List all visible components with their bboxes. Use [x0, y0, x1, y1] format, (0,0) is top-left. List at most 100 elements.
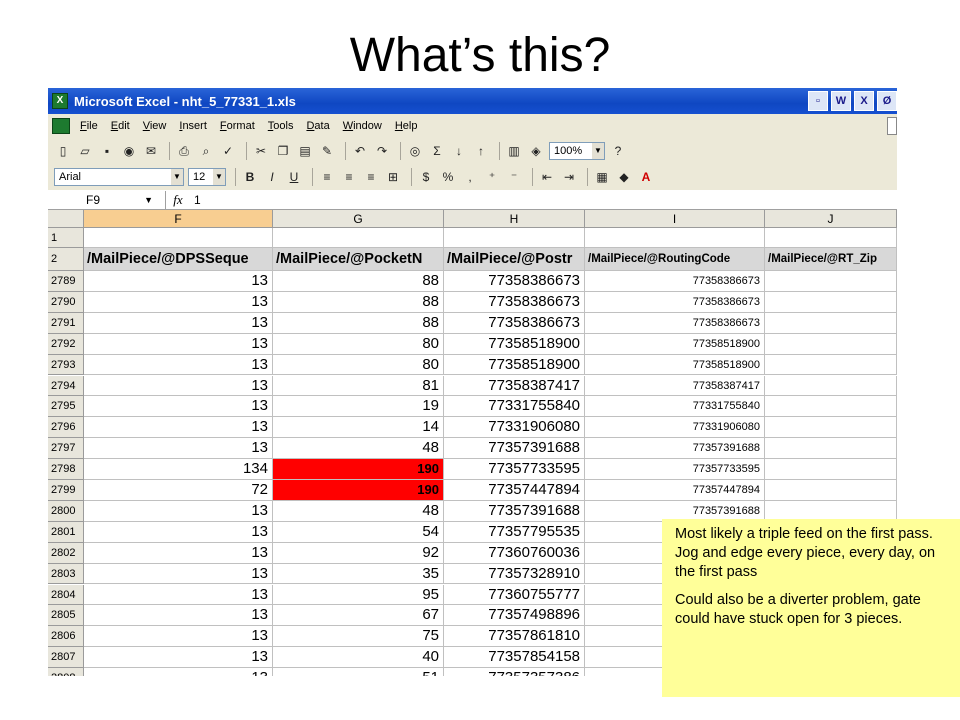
table-cell[interactable]: 14 [273, 417, 444, 439]
app-small-icon[interactable]: Ø [877, 91, 897, 111]
table-cell[interactable]: 77357447894 [444, 480, 585, 501]
table-cell[interactable] [444, 228, 585, 248]
table-cell[interactable]: 81 [273, 375, 444, 397]
currency-icon[interactable]: $ [417, 168, 435, 186]
table-cell[interactable]: 13 [84, 668, 273, 676]
row-header[interactable]: 2804 [48, 584, 84, 606]
table-cell[interactable]: 13 [84, 291, 273, 313]
increase-decimal-icon[interactable]: ⁺ [483, 168, 501, 186]
table-cell[interactable]: 77358386673 [444, 271, 585, 292]
table-cell[interactable] [765, 312, 897, 334]
column-header-f[interactable]: F [84, 210, 273, 228]
table-cell[interactable]: 13 [84, 396, 273, 418]
table-cell[interactable] [765, 396, 897, 418]
comma-icon[interactable]: , [461, 168, 479, 186]
align-center-icon[interactable]: ≡ [340, 168, 358, 186]
table-cell[interactable]: 72 [84, 480, 273, 501]
table-cell[interactable]: 77358387417 [444, 375, 585, 397]
table-cell[interactable]: 77357391688 [585, 438, 765, 460]
table-cell[interactable]: 77357391688 [444, 438, 585, 460]
table-cell[interactable] [273, 228, 444, 248]
new-icon[interactable]: ▯ [54, 142, 72, 160]
table-cell[interactable]: 77357357386 [444, 668, 585, 676]
menu-edit[interactable]: Edit [111, 120, 130, 132]
row-header[interactable]: 2791 [48, 312, 84, 334]
font-color-icon[interactable]: A [637, 168, 655, 186]
table-cell[interactable]: 13 [84, 417, 273, 439]
table-cell[interactable]: 51 [273, 668, 444, 676]
table-cell[interactable]: 190 [273, 459, 444, 480]
table-cell[interactable]: 77357854158 [444, 647, 585, 669]
table-cell[interactable]: 88 [273, 312, 444, 334]
table-cell[interactable]: 190 [273, 480, 444, 501]
merge-center-icon[interactable]: ⊞ [384, 168, 402, 186]
table-cell[interactable]: 88 [273, 271, 444, 292]
menu-format[interactable]: Format [220, 120, 255, 132]
hyperlink-icon[interactable]: ◎ [406, 142, 424, 160]
format-painter-icon[interactable]: ✎ [318, 142, 336, 160]
row-header[interactable]: 2789 [48, 271, 84, 292]
cut-icon[interactable]: ✂ [252, 142, 270, 160]
table-cell[interactable]: 77331906080 [585, 417, 765, 439]
table-cell[interactable]: 13 [84, 354, 273, 376]
font-size-select[interactable]: 12 ▼ [188, 168, 226, 186]
italic-icon[interactable]: I [263, 168, 281, 186]
table-cell[interactable]: 13 [84, 647, 273, 669]
sort-ascending-icon[interactable]: ↓ [450, 142, 468, 160]
table-cell[interactable]: 95 [273, 584, 444, 606]
redo-icon[interactable]: ↷ [373, 142, 391, 160]
name-box[interactable]: F9 ▼ [48, 190, 166, 209]
table-cell[interactable]: 77358518900 [585, 333, 765, 355]
table-cell[interactable]: 92 [273, 542, 444, 564]
drawing-icon[interactable]: ◈ [527, 142, 545, 160]
table-cell[interactable]: 13 [84, 605, 273, 627]
table-cell[interactable]: 77331906080 [444, 417, 585, 439]
underline-icon[interactable]: U [285, 168, 303, 186]
word-icon[interactable]: W [831, 91, 851, 111]
table-cell[interactable]: 77357861810 [444, 626, 585, 648]
row-header[interactable]: 2794 [48, 375, 84, 397]
column-header-h[interactable]: H [444, 210, 585, 228]
menu-insert[interactable]: Insert [179, 120, 207, 132]
spelling-icon[interactable]: ✓ [219, 142, 237, 160]
table-cell[interactable]: 48 [273, 500, 444, 522]
align-right-icon[interactable]: ≡ [362, 168, 380, 186]
sort-descending-icon[interactable]: ↑ [472, 142, 490, 160]
menu-data[interactable]: Data [306, 120, 329, 132]
row-header[interactable]: 2799 [48, 480, 84, 501]
column-header-j[interactable]: J [765, 210, 897, 228]
permission-icon[interactable]: ◉ [120, 142, 138, 160]
workbook-icon[interactable] [52, 118, 70, 134]
row-header[interactable]: 2807 [48, 647, 84, 669]
row-header[interactable]: 2801 [48, 521, 84, 543]
table-cell[interactable]: 77358518900 [444, 354, 585, 376]
table-cell[interactable]: 75 [273, 626, 444, 648]
table-cell[interactable]: 13 [84, 312, 273, 334]
bold-icon[interactable]: B [241, 168, 259, 186]
table-cell[interactable] [765, 291, 897, 313]
table-cell[interactable]: 77358386673 [585, 271, 765, 292]
table-cell[interactable]: 77358386673 [585, 291, 765, 313]
column-title[interactable]: /MailPiece/@PocketN [273, 248, 444, 271]
row-header[interactable]: 2795 [48, 396, 84, 418]
font-select[interactable]: Arial ▼ [54, 168, 184, 186]
save-icon[interactable]: ▪ [98, 142, 116, 160]
decrease-decimal-icon[interactable]: ⁻ [505, 168, 523, 186]
row-header[interactable]: 2792 [48, 333, 84, 355]
table-cell[interactable] [765, 271, 897, 292]
column-title[interactable]: /MailPiece/@Postr [444, 248, 585, 271]
print-icon[interactable]: ⎙ [175, 142, 193, 160]
table-cell[interactable] [765, 459, 897, 480]
table-cell[interactable]: 13 [84, 542, 273, 564]
table-cell[interactable]: 77357498896 [444, 605, 585, 627]
table-cell[interactable]: 77360760036 [444, 542, 585, 564]
chevron-down-icon[interactable]: ▼ [144, 191, 153, 209]
row-header[interactable]: 2805 [48, 605, 84, 627]
table-cell[interactable]: 77358386673 [585, 312, 765, 334]
open-icon[interactable]: ▱ [76, 142, 94, 160]
paste-icon[interactable]: ▤ [296, 142, 314, 160]
table-cell[interactable]: 13 [84, 500, 273, 522]
table-cell[interactable]: 13 [84, 584, 273, 606]
row-header[interactable]: 2798 [48, 459, 84, 480]
table-cell[interactable] [585, 228, 765, 248]
